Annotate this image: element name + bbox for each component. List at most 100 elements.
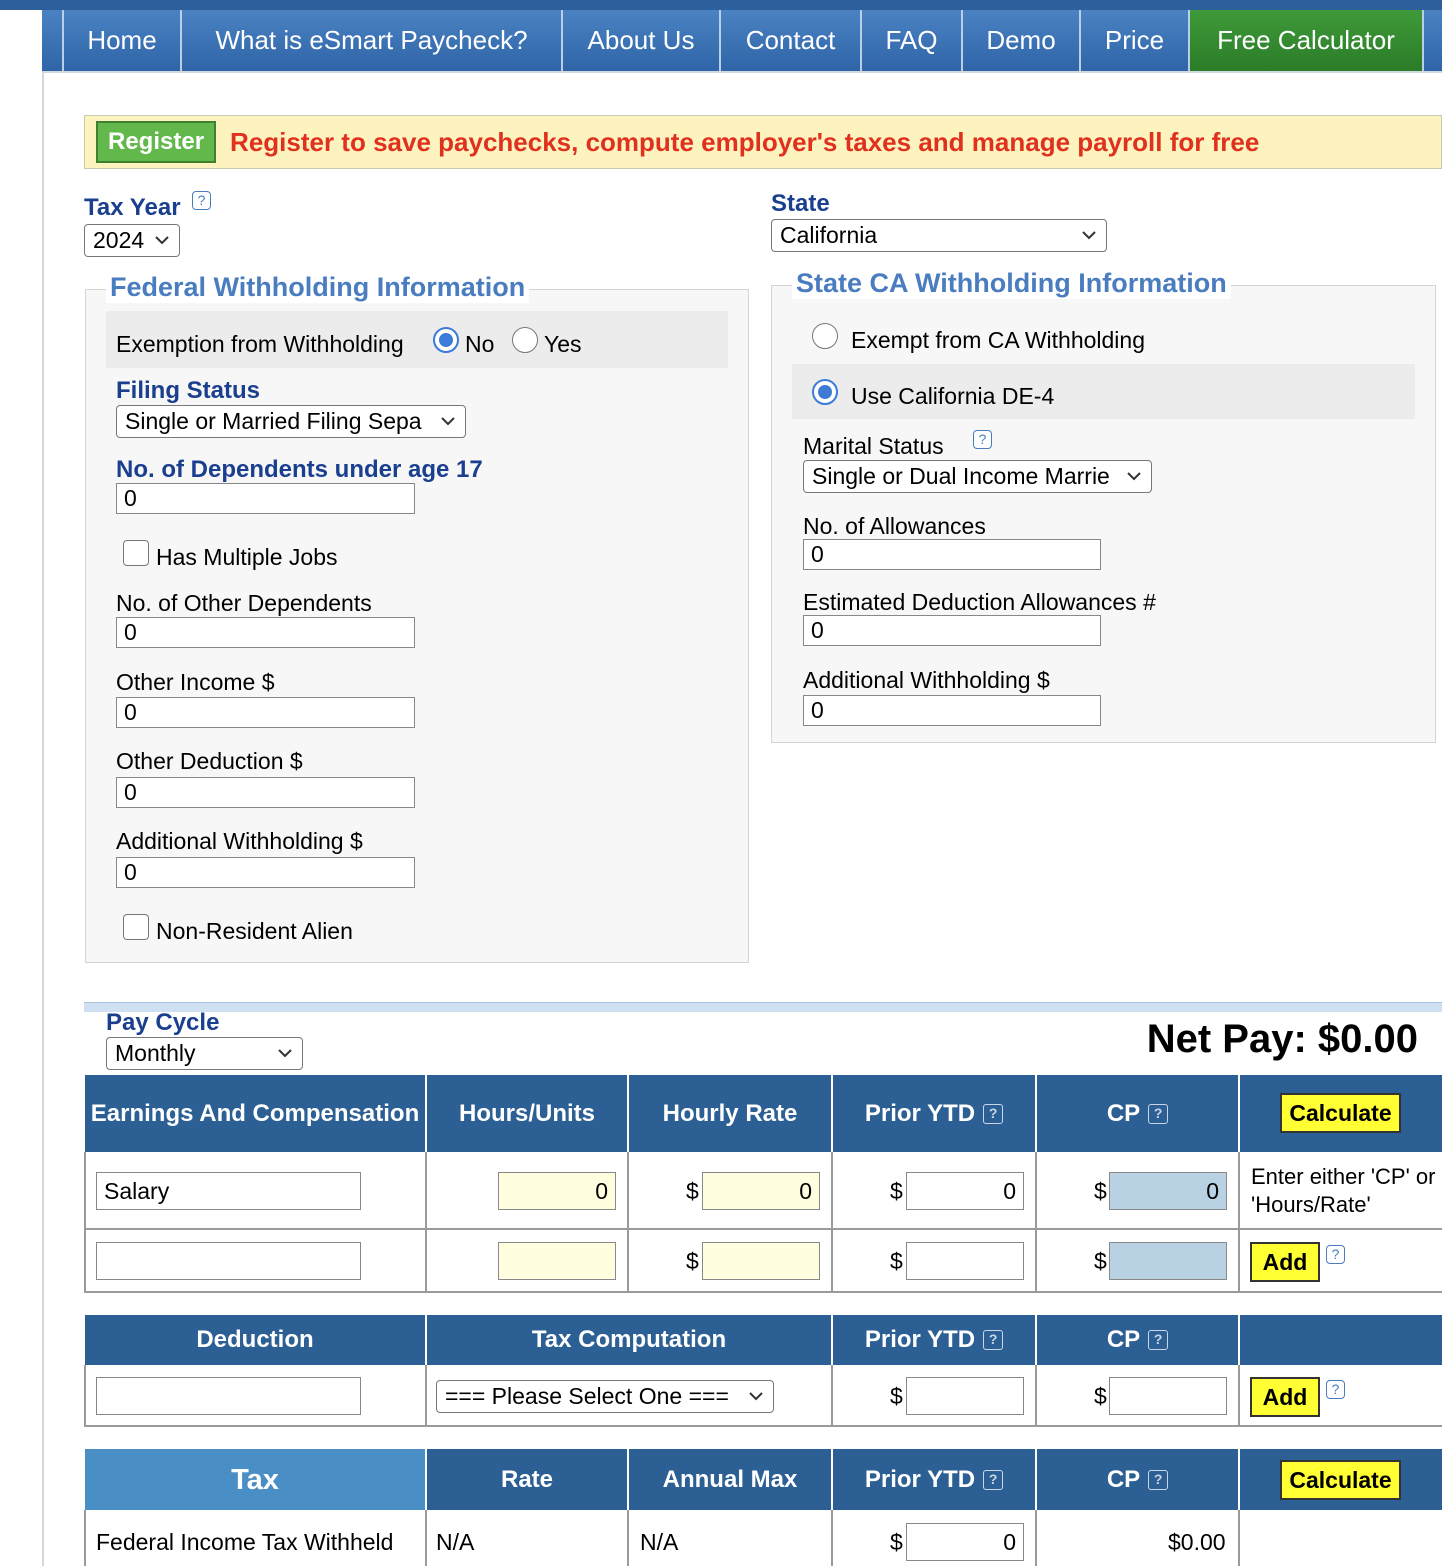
filing-status-select[interactable]: Single or Married Filing Sepa (116, 405, 466, 438)
exemption-no-label: No (465, 331, 495, 357)
grid-line (84, 1365, 86, 1427)
help-icon[interactable]: ? (983, 1330, 1004, 1350)
grid-line (84, 1152, 86, 1293)
federal-tax-prior-ytd-input[interactable]: 0 (906, 1523, 1024, 1561)
other-deduction-label: Other Deduction $ (116, 748, 303, 774)
nav-what-is[interactable]: What is eSmart Paycheck? (180, 10, 561, 71)
est-deduction-label: Estimated Deduction Allowances # (803, 589, 1156, 615)
state-select[interactable]: California (771, 219, 1107, 252)
tax-cp-header: CP ? (1037, 1449, 1238, 1510)
help-icon[interactable]: ? (1326, 1380, 1345, 1399)
nav-home[interactable]: Home (62, 10, 180, 71)
cp-header-label: CP (1106, 1099, 1141, 1127)
prior-ytd-input[interactable]: 0 (906, 1172, 1024, 1210)
additional-withholding-label: Additional Withholding $ (116, 828, 363, 854)
multiple-jobs-label: Has Multiple Jobs (156, 544, 338, 570)
exempt-ca-radio[interactable] (812, 323, 838, 349)
other-dependents-input[interactable]: 0 (116, 617, 415, 648)
nav-demo[interactable]: Demo (961, 10, 1079, 71)
earning-name-input[interactable] (96, 1242, 361, 1280)
help-icon[interactable]: ? (1148, 1469, 1169, 1490)
filing-status-label: Filing Status (116, 377, 260, 404)
rate-header: Rate (427, 1449, 627, 1510)
add-deduction-button[interactable]: Add (1250, 1377, 1320, 1417)
federal-tax-rate: N/A (436, 1529, 475, 1555)
dependents-input[interactable]: 0 (116, 483, 415, 514)
nav-faq[interactable]: FAQ (860, 10, 961, 71)
use-de4-radio[interactable] (812, 379, 838, 405)
help-icon[interactable]: ? (983, 1469, 1004, 1490)
grid-line (84, 1228, 1442, 1230)
pay-cycle-select[interactable]: Monthly (106, 1037, 303, 1070)
help-icon[interactable]: ? (983, 1103, 1004, 1124)
grid-line (425, 1510, 427, 1566)
earning-name-input[interactable]: Salary (96, 1172, 361, 1210)
hourly-rate-header: Hourly Rate (629, 1075, 831, 1152)
help-icon[interactable]: ? (192, 191, 211, 210)
tax-year-label: Tax Year (84, 194, 181, 221)
exemption-no-radio[interactable] (433, 327, 459, 353)
chevron-down-icon (1127, 472, 1141, 481)
state-label: State (771, 190, 830, 217)
nav-spacer-end (1422, 10, 1442, 71)
tax-cp-label: CP (1106, 1465, 1141, 1493)
nav-price[interactable]: Price (1079, 10, 1188, 71)
est-deduction-input[interactable]: 0 (803, 615, 1101, 646)
grid-line (425, 1152, 427, 1293)
dollar-sign: $ (686, 1248, 699, 1274)
additional-withholding-input[interactable]: 0 (116, 857, 415, 888)
top-strip (0, 0, 1442, 10)
other-dependents-label: No. of Other Dependents (116, 590, 372, 616)
marital-status-value: Single or Dual Income Marrie (812, 463, 1110, 489)
prior-ytd-input[interactable] (906, 1242, 1024, 1280)
tax-computation-select[interactable]: === Please Select One === (436, 1380, 774, 1413)
allowances-input[interactable]: 0 (803, 539, 1101, 570)
help-icon[interactable]: ? (1326, 1245, 1345, 1264)
exemption-yes-label: Yes (544, 331, 582, 357)
federal-tax-cp: $0.00 (1168, 1529, 1226, 1555)
deduction-prior-ytd-label: Prior YTD (864, 1326, 976, 1353)
deduction-prior-ytd-input[interactable] (906, 1377, 1024, 1415)
cp-input[interactable] (1109, 1242, 1227, 1280)
chevron-down-icon (1082, 231, 1096, 240)
nav-about-us[interactable]: About Us (561, 10, 719, 71)
earnings-header: Earnings And Compensation (85, 1075, 425, 1152)
grid-line (831, 1152, 833, 1293)
hourly-rate-input[interactable]: 0 (702, 1172, 820, 1210)
tax-prior-ytd-label: Prior YTD (864, 1465, 976, 1493)
help-icon[interactable]: ? (973, 430, 992, 449)
hours-input[interactable]: 0 (498, 1172, 616, 1210)
frame-border (42, 71, 44, 1566)
chevron-down-icon (749, 1392, 763, 1401)
dollar-sign: $ (1094, 1383, 1107, 1409)
state-value: California (780, 222, 878, 248)
tax-year-select[interactable]: 2024 (84, 224, 180, 257)
register-button[interactable]: Register (96, 121, 217, 163)
register-banner-text: Register to save paychecks, compute empl… (230, 126, 1260, 157)
add-earning-button[interactable]: Add (1250, 1242, 1320, 1282)
federal-tax-name: Federal Income Tax Withheld (96, 1529, 394, 1555)
marital-status-select[interactable]: Single or Dual Income Marrie (803, 460, 1152, 493)
hours-input[interactable] (498, 1242, 616, 1280)
hourly-rate-input[interactable] (702, 1242, 820, 1280)
other-income-input[interactable]: 0 (116, 697, 415, 728)
nonresident-checkbox[interactable] (123, 914, 149, 940)
cp-input[interactable]: 0 (1109, 1172, 1227, 1210)
help-icon[interactable]: ? (1148, 1103, 1169, 1124)
nav-free-calculator[interactable]: Free Calculator (1188, 10, 1422, 71)
other-deduction-input[interactable]: 0 (116, 777, 415, 808)
marital-status-label: Marital Status (803, 433, 944, 459)
deduction-name-input[interactable] (96, 1377, 361, 1415)
calculate-button[interactable]: Calculate (1280, 1093, 1401, 1133)
multiple-jobs-checkbox[interactable] (123, 540, 149, 566)
grid-line (84, 1425, 1442, 1427)
dollar-sign: $ (890, 1248, 903, 1274)
prior-ytd-header: Prior YTD ? (833, 1075, 1035, 1152)
tax-calculate-button[interactable]: Calculate (1280, 1460, 1401, 1500)
state-additional-input[interactable]: 0 (803, 695, 1101, 726)
deduction-cp-input[interactable] (1109, 1377, 1227, 1415)
nav-contact[interactable]: Contact (719, 10, 860, 71)
exemption-yes-radio[interactable] (512, 327, 538, 353)
tax-computation-value: === Please Select One === (445, 1383, 729, 1409)
help-icon[interactable]: ? (1148, 1330, 1169, 1350)
